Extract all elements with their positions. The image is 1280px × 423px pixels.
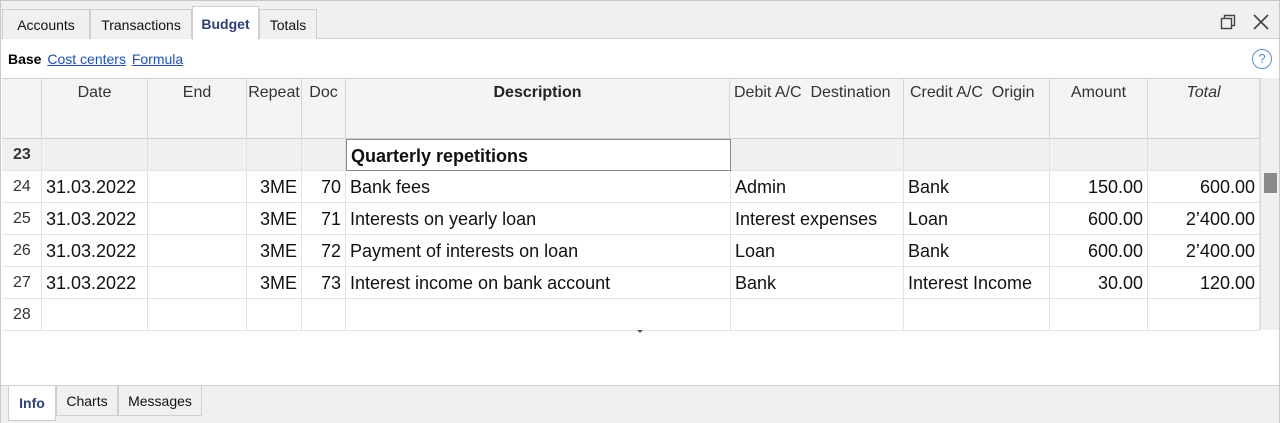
cell-repeat[interactable] [247,299,302,331]
tab-transactions[interactable]: Transactions [90,9,192,39]
cell-repeat[interactable]: 3ME [247,267,302,299]
cell-doc[interactable]: 73 [302,267,346,299]
row-number[interactable]: 23 [2,139,42,171]
row-number[interactable]: 25 [2,203,42,235]
cell-doc[interactable] [302,299,346,331]
cell-date[interactable] [42,139,148,171]
cell-description[interactable]: Bank fees [346,171,731,203]
cell-total: 2’400.00 [1148,235,1260,267]
cell-end[interactable] [148,139,247,171]
tab-accounts[interactable]: Accounts [2,9,90,39]
cell-description[interactable]: Payment of interests on loan [346,235,731,267]
header-doc[interactable]: Doc [302,79,346,139]
header-debit[interactable]: Debit A/C Destination [730,79,904,139]
cell-doc[interactable]: 70 [302,171,346,203]
cell-description-selected[interactable]: Quarterly repetitions [346,139,731,171]
view-formula-link[interactable]: Formula [132,51,183,67]
view-selector: Base Cost centers Formula [8,51,183,67]
header-rownum [2,79,42,139]
top-tab-bar: Accounts Transactions Budget Totals [1,1,1279,40]
cell-debit[interactable]: Admin [731,171,904,203]
budget-window: Accounts Transactions Budget Totals Base… [0,0,1280,423]
cell-total: 600.00 [1148,171,1260,203]
cell-description[interactable]: Interest income on bank account [346,267,731,299]
view-cost-centers-link[interactable]: Cost centers [47,51,126,67]
header-credit[interactable]: Credit A/C Origin [904,79,1050,139]
tab-budget[interactable]: Budget [192,6,259,40]
cell-end[interactable] [148,299,247,331]
cell-total [1148,139,1260,171]
cell-doc[interactable] [302,139,346,171]
tab-info[interactable]: Info [8,386,56,421]
header-description[interactable]: Description [346,79,730,139]
cell-credit[interactable] [904,299,1050,331]
row-number[interactable]: 26 [2,235,42,267]
restore-icon[interactable] [1219,13,1237,31]
cell-amount[interactable]: 600.00 [1050,203,1148,235]
cell-total [1148,299,1260,331]
header-amount[interactable]: Amount [1050,79,1148,139]
cell-date[interactable]: 31.03.2022 [42,235,148,267]
cell-repeat[interactable] [247,139,302,171]
cell-end[interactable] [148,203,247,235]
header-total[interactable]: Total [1148,79,1260,139]
cell-date[interactable]: 31.03.2022 [42,203,148,235]
splitter-handle-icon[interactable] [637,330,643,333]
cell-date[interactable]: 31.03.2022 [42,171,148,203]
cell-repeat[interactable]: 3ME [247,203,302,235]
header-date[interactable]: Date [42,79,148,139]
cell-amount[interactable] [1050,299,1148,331]
cell-amount[interactable] [1050,139,1148,171]
tab-messages[interactable]: Messages [118,386,202,416]
close-icon[interactable] [1252,13,1270,31]
cell-credit[interactable] [904,139,1050,171]
cell-total: 2’400.00 [1148,203,1260,235]
header-repeat[interactable]: Repeat [247,79,302,139]
cell-description[interactable] [346,299,731,331]
cell-debit[interactable]: Interest expenses [731,203,904,235]
cell-amount[interactable]: 150.00 [1050,171,1148,203]
cell-date[interactable] [42,299,148,331]
view-base[interactable]: Base [8,51,41,67]
cell-debit[interactable] [731,139,904,171]
help-icon[interactable]: ? [1252,49,1272,69]
cell-debit[interactable]: Bank [731,267,904,299]
scrollbar-thumb[interactable] [1264,173,1277,193]
row-number[interactable]: 24 [2,171,42,203]
cell-end[interactable] [148,171,247,203]
budget-table: Date End Repeat Doc Description Debit A/… [2,78,1260,331]
cell-end[interactable] [148,267,247,299]
cell-repeat[interactable]: 3ME [247,171,302,203]
row-number[interactable]: 28 [2,299,42,331]
cell-credit[interactable]: Loan [904,203,1050,235]
cell-credit[interactable]: Bank [904,235,1050,267]
cell-amount[interactable]: 30.00 [1050,267,1148,299]
cell-end[interactable] [148,235,247,267]
cell-credit[interactable]: Interest Income [904,267,1050,299]
cell-repeat[interactable]: 3ME [247,235,302,267]
cell-debit[interactable]: Loan [731,235,904,267]
bottom-tab-bar: Info Charts Messages [1,385,1279,423]
header-end[interactable]: End [148,79,247,139]
cell-total: 120.00 [1148,267,1260,299]
cell-date[interactable]: 31.03.2022 [42,267,148,299]
vertical-scrollbar[interactable] [1260,78,1279,330]
cell-doc[interactable]: 72 [302,235,346,267]
cell-amount[interactable]: 600.00 [1050,235,1148,267]
row-number[interactable]: 27 [2,267,42,299]
cell-credit[interactable]: Bank [904,171,1050,203]
cell-debit[interactable] [731,299,904,331]
tab-charts[interactable]: Charts [56,386,118,416]
cell-description[interactable]: Interests on yearly loan [346,203,731,235]
cell-doc[interactable]: 71 [302,203,346,235]
tab-totals[interactable]: Totals [259,9,317,39]
